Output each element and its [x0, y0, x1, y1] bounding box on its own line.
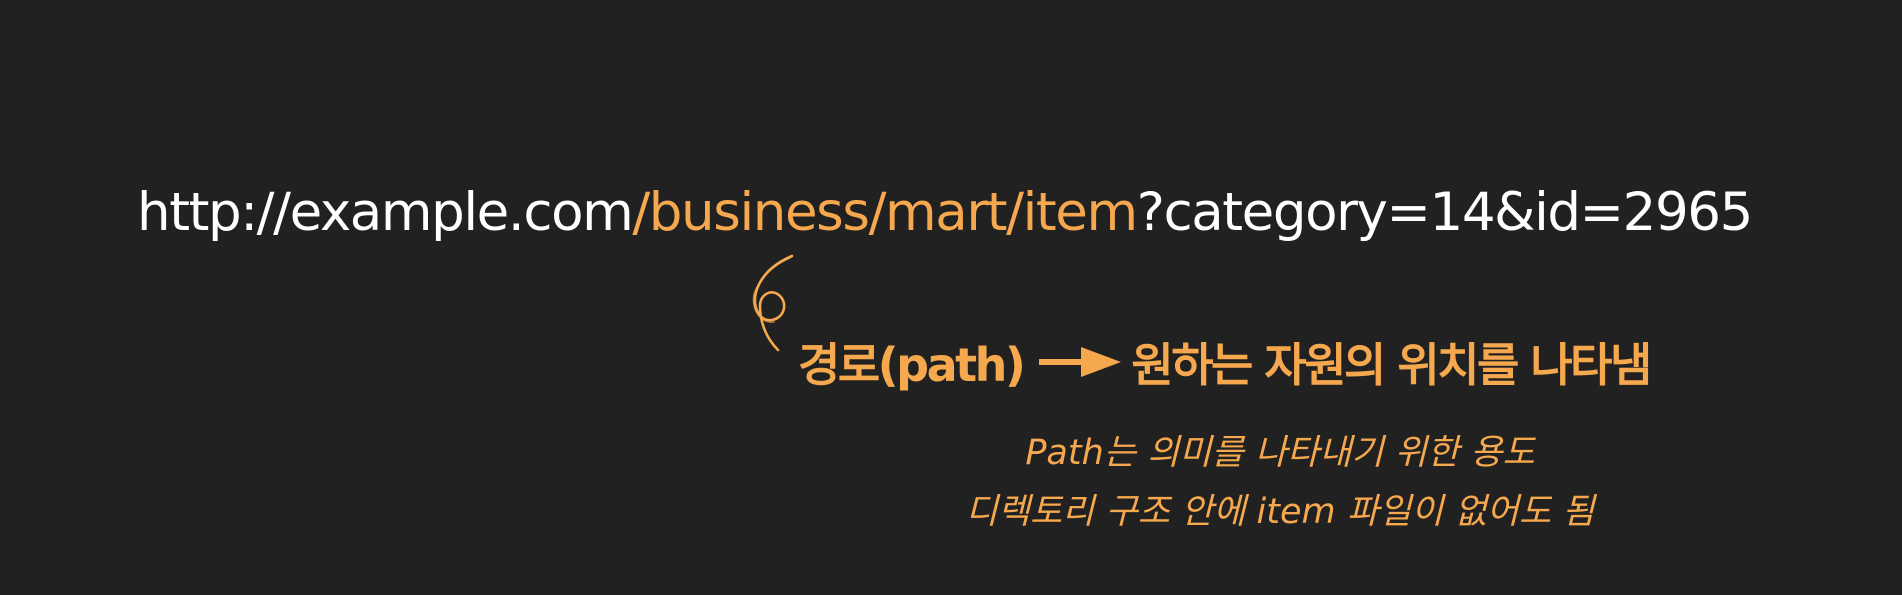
slide: http://example.com/business/mart/item?ca…: [0, 0, 1902, 595]
path-label: 경로(path): [798, 338, 1026, 392]
note-line-2: 디렉토리 구조 안에 item 파일이 없어도 됨: [965, 492, 1595, 532]
curved-arrow-icon: [752, 254, 794, 352]
note-line-1: Path는 의미를 나타내기 위한 용도: [1025, 433, 1535, 473]
path-description: 원하는 자원의 위치를 나타냄: [1131, 338, 1652, 392]
url-scheme-host: http://example.com: [137, 182, 634, 243]
path-annotation: 경로(path) 원하는 자원의 위치를 나타냄: [798, 334, 1652, 392]
url-path: /business/mart/item: [632, 182, 1138, 243]
right-arrow-icon: [1039, 347, 1122, 377]
example-url: http://example.com/business/mart/item?ca…: [137, 177, 1754, 249]
url-query: ?category=14&id=2965: [1136, 182, 1754, 243]
